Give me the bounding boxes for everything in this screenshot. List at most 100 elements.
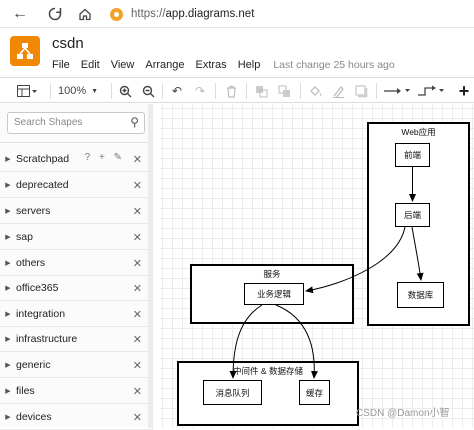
zoom-value: 100% [58,85,87,97]
library-label: others [16,257,46,269]
frontend-label: 前端 [403,150,421,160]
library-others[interactable]: ▶ others ✕ [0,251,153,276]
business-logic-label: 业务逻辑 [256,289,291,299]
document-title[interactable]: csdn [52,35,84,52]
chevron-right-icon: ▶ [5,285,11,292]
fill-color-icon[interactable] [306,82,324,100]
library-servers[interactable]: ▶ servers ✕ [0,199,153,224]
url-host: app.diagrams.net [165,8,255,20]
chevron-down-icon: ▼ [91,87,99,95]
forward-arrow-icon[interactable] [42,1,68,27]
cache-label: 缓存 [305,387,323,398]
library-label: office365 [16,282,59,294]
zoom-select[interactable]: 100% ▼ [58,82,106,100]
menu-view[interactable]: View [111,59,135,71]
address-bar[interactable]: https:// app.diagrams.net [110,4,254,24]
close-icon[interactable]: ✕ [133,308,142,321]
chevron-right-icon: ▶ [5,156,11,163]
to-back-icon[interactable] [275,82,293,100]
shapes-sidebar: Search Shapes ⚲ ▶ Scratchpad ? + ✎ ✕ ▶ d… [0,104,153,430]
csdn-watermark: CSDN @Damon小智 [356,408,450,419]
library-label: integration [16,308,66,320]
search-shapes-input[interactable]: Search Shapes ⚲ [7,112,145,134]
chevron-right-icon: ▶ [5,208,11,215]
chevron-right-icon: ▶ [5,388,11,395]
library-label: deprecated [16,179,69,191]
library-sap[interactable]: ▶ sap ✕ [0,225,153,250]
redo-icon[interactable]: ↷ [191,82,209,100]
library-files[interactable]: ▶ files ✕ [0,379,153,404]
library-label: sap [16,231,33,243]
library-devices[interactable]: ▶ devices ✕ [0,405,153,430]
library-office365[interactable]: ▶ office365 ✕ [0,276,153,301]
backend-node[interactable]: 后端 [395,203,430,227]
sidebar-scrollbar[interactable] [148,104,153,428]
close-icon[interactable]: ✕ [133,411,142,424]
main-toolbar: 100% ▼ ↶ ↷ + [0,77,474,103]
close-icon[interactable]: ✕ [133,257,142,270]
chevron-right-icon: ▶ [5,311,11,318]
middleware-title: 中间件 & 数据存储 [233,366,303,376]
close-icon[interactable]: ✕ [133,282,142,295]
library-integration[interactable]: ▶ integration ✕ [0,302,153,327]
library-label: generic [16,359,51,371]
business-logic-node[interactable]: 业务逻辑 [244,283,304,305]
cache-node[interactable]: 缓存 [299,380,330,405]
zoom-out-icon[interactable] [139,82,157,100]
close-icon[interactable]: ✕ [133,153,142,166]
browser-toolbar: ← https:// app.diagrams.net [0,0,474,28]
search-icon[interactable]: ⚲ [130,115,139,129]
menu-help[interactable]: Help [238,59,261,71]
menu-extras[interactable]: Extras [196,59,227,71]
library-label: files [16,385,35,397]
library-label: devices [16,411,52,423]
chevron-right-icon: ▶ [5,362,11,369]
close-icon[interactable]: ✕ [133,205,142,218]
home-icon[interactable] [72,1,98,27]
undo-icon[interactable]: ↶ [168,82,186,100]
database-label: 数据库 [407,290,434,300]
connection-arrow-icon[interactable] [382,82,412,100]
library-label: infrastructure [16,333,78,345]
chevron-right-icon: ▶ [5,260,11,267]
menu-bar: File Edit View Arrange Extras Help Last … [52,59,406,71]
drawio-logo-icon [10,36,40,66]
library-generic[interactable]: ▶ generic ✕ [0,353,153,378]
to-front-icon[interactable] [252,82,270,100]
back-arrow-icon[interactable]: ← [7,1,33,27]
format-panel-toggle-icon[interactable] [14,82,40,100]
app-header: csdn File Edit View Arrange Extras Help … [0,28,474,76]
library-scratchpad[interactable]: ▶ Scratchpad ? + ✎ ✕ [0,147,153,172]
menu-file[interactable]: File [52,59,70,71]
web-app-title: Web应用 [401,127,436,137]
line-color-icon[interactable] [329,82,347,100]
waypoints-icon[interactable] [416,82,446,100]
backend-label: 后端 [403,210,421,220]
shadow-icon[interactable] [352,82,370,100]
url-protocol: https:// [131,8,166,20]
close-icon[interactable]: ✕ [133,333,142,346]
delete-icon[interactable] [222,82,240,100]
database-node[interactable]: 数据库 [397,282,444,308]
library-infrastructure[interactable]: ▶ infrastructure ✕ [0,327,153,352]
service-title: 服务 [263,269,281,279]
add-icon[interactable]: + [456,81,472,101]
frontend-node[interactable]: 前端 [395,143,430,167]
close-icon[interactable]: ✕ [133,385,142,398]
library-deprecated[interactable]: ▶ deprecated ✕ [0,173,153,198]
library-label: Scratchpad [16,153,70,165]
menu-edit[interactable]: Edit [81,59,100,71]
zoom-in-icon[interactable] [116,82,134,100]
search-placeholder: Search Shapes [14,117,83,128]
close-icon[interactable]: ✕ [133,179,142,192]
message-queue-label: 消息队列 [215,387,250,398]
warning-icon [110,7,123,21]
scratchpad-actions[interactable]: ? + ✎ [85,152,125,163]
menu-arrange[interactable]: Arrange [145,59,184,71]
library-label: servers [16,205,51,217]
message-queue-node[interactable]: 消息队列 [203,380,262,405]
close-icon[interactable]: ✕ [133,359,142,372]
last-change-text[interactable]: Last change 25 hours ago [273,59,394,71]
close-icon[interactable]: ✕ [133,231,142,244]
chevron-right-icon: ▶ [5,182,11,189]
